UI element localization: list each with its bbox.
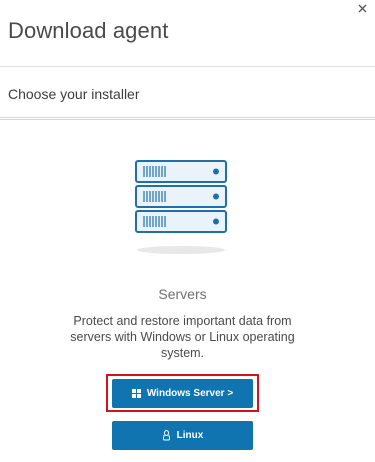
windows-server-button[interactable]: Windows Server > [112, 379, 253, 408]
linux-icon [162, 430, 170, 441]
close-icon[interactable] [355, 1, 371, 17]
installer-category: Servers [158, 286, 207, 302]
installer-description: Protect and restore important data from … [70, 314, 295, 360]
server-rack-icon [135, 160, 227, 254]
dialog-header: Download agent [0, 0, 375, 67]
windows-icon [131, 389, 141, 398]
installer-section-header: Choose your installer [0, 67, 375, 120]
windows-server-label: Windows Server > [146, 388, 234, 399]
dialog-title: Download agent [8, 18, 169, 43]
linux-button[interactable]: Linux [112, 421, 253, 450]
linux-label: Linux [176, 430, 204, 441]
download-agent-dialog: Download agent Choose your installer Ser… [0, 0, 375, 462]
section-subtitle: Choose your installer [8, 86, 140, 102]
